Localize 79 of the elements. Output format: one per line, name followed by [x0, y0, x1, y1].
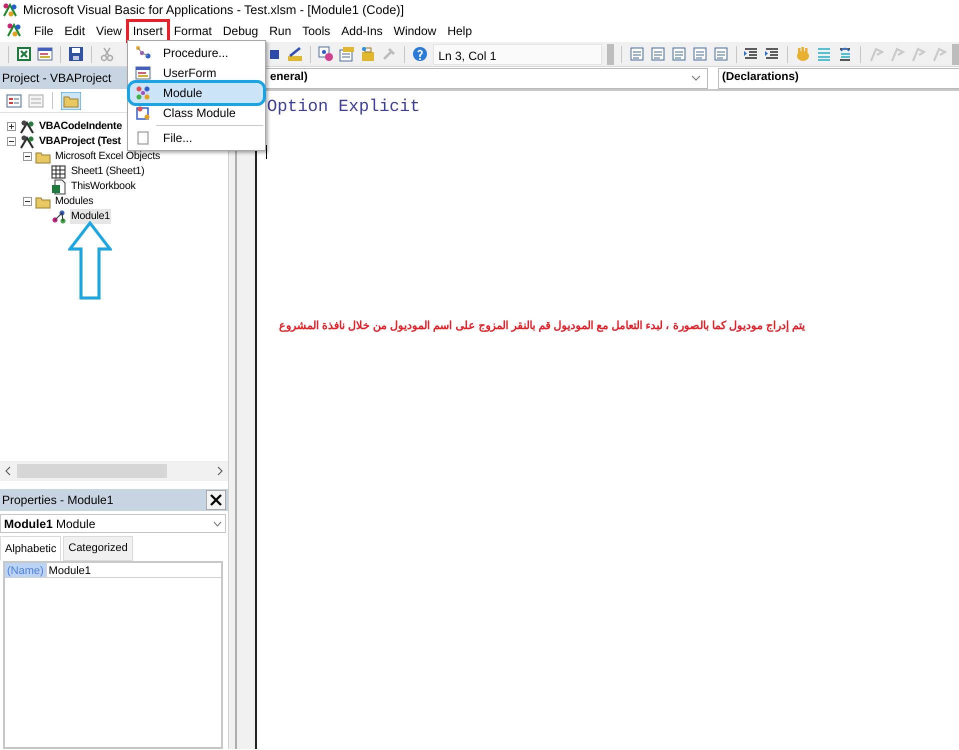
list-icon[interactable] [650, 46, 666, 62]
menu-item[interactable]: Procedure... [130, 43, 263, 63]
design-mode-icon[interactable] [287, 46, 304, 62]
menu-item[interactable]: Add-Ins [337, 22, 387, 40]
class-module-icon[interactable] [135, 105, 151, 121]
collapse-icon[interactable] [7, 137, 16, 146]
procedure-dropdown[interactable]: (Declarations) [718, 68, 959, 88]
collapse-icon[interactable] [23, 197, 32, 206]
tree-item[interactable]: VBAProject (Test [38, 134, 122, 150]
close-icon[interactable] [210, 494, 222, 506]
object-name: Module1 [4, 516, 53, 530]
project-icon [19, 118, 35, 134]
module-icon [51, 208, 67, 224]
menu-item[interactable]: File... [130, 128, 263, 148]
text-cursor [266, 144, 267, 158]
project-icon [19, 134, 35, 150]
tree-item[interactable]: VBACodeIndente [38, 118, 123, 134]
list-icon[interactable] [670, 46, 687, 62]
userform-icon[interactable] [135, 65, 151, 81]
help-icon[interactable] [412, 46, 428, 62]
menu-item[interactable]: Insert [128, 22, 167, 40]
properties-icon[interactable] [339, 46, 356, 62]
tree-item[interactable]: Microsoft Excel Objects [54, 148, 162, 164]
tab[interactable]: Categorized [63, 536, 133, 560]
menu-item[interactable]: Module [130, 83, 263, 103]
property-value[interactable]: Module1 [46, 562, 93, 576]
folder-icon[interactable] [61, 92, 81, 110]
panel-title: Properties - Module1 [2, 492, 114, 509]
tab[interactable]: Alphabetic [0, 536, 62, 560]
scroll-bar[interactable] [0, 461, 228, 481]
toolbar-grip[interactable] [606, 44, 614, 64]
window-title: Microsoft Visual Basic for Applications - Test.xlsm - [Module1 (Code)] [23, 2, 404, 19]
toolbar-grip[interactable] [952, 44, 959, 64]
code-line: Option Explicit [267, 97, 422, 119]
panel-title: Project - VBAProject [2, 70, 112, 87]
chevron-down-icon[interactable] [213, 520, 222, 526]
object-dropdown[interactable]: Module1 Module [0, 514, 226, 533]
object-type: Module [56, 516, 96, 530]
excel-icon[interactable] [16, 46, 32, 62]
annotation-text: يتم إدراج موديول كما بالصورة ، لبدء التعامل مع الموديول قم بالنقر المزوج على اسم الموديول من خلال نافذة المشروع [278, 319, 805, 334]
view-code-icon[interactable] [6, 92, 22, 108]
menu-item[interactable]: Run [265, 22, 296, 40]
tree-item[interactable]: ThisWorkbook [70, 178, 137, 194]
menu-item[interactable]: Edit [60, 22, 90, 40]
indent-icon[interactable] [764, 46, 780, 62]
chevron-down-icon[interactable] [691, 75, 701, 81]
userform-icon[interactable] [36, 46, 53, 62]
tree-item[interactable]: Modules [54, 194, 94, 210]
project-explorer-icon[interactable] [318, 46, 334, 62]
menu-item[interactable]: Debug [218, 22, 262, 40]
scroll-left-icon[interactable] [5, 466, 11, 476]
scroll-right-icon[interactable] [217, 466, 223, 476]
sheet-icon [51, 164, 67, 180]
workbook-icon [51, 178, 67, 194]
menu-item[interactable]: Window [390, 22, 440, 40]
cursor-position: Ln 3, Col 1 [433, 44, 602, 64]
menu-item[interactable]: Format [170, 22, 216, 40]
list-icon[interactable] [712, 46, 729, 62]
list-icon[interactable] [692, 46, 708, 62]
list-icon[interactable] [628, 46, 645, 62]
tree-item[interactable]: Module1 [70, 208, 111, 224]
dropdown-value: (Declarations) [722, 70, 799, 86]
menu-item[interactable]: Class Module [130, 103, 263, 123]
close-button[interactable] [206, 490, 226, 510]
collapse-icon[interactable] [23, 152, 32, 161]
procedure-icon[interactable] [135, 45, 151, 61]
menu-item[interactable]: Tools [298, 22, 334, 40]
save-icon[interactable] [68, 46, 84, 62]
menu-item[interactable]: File [30, 22, 58, 40]
dropdown-value: eneral) [270, 70, 308, 86]
app-icon [2, 2, 18, 18]
toolbox-icon[interactable] [360, 46, 376, 62]
tree-item[interactable]: Sheet1 (Sheet1) [70, 164, 146, 180]
expand-icon[interactable] [7, 122, 16, 131]
menu-item[interactable]: View [92, 22, 126, 40]
menu-item[interactable]: Help [443, 22, 476, 40]
file-icon[interactable] [135, 130, 151, 146]
module-icon[interactable] [135, 85, 151, 101]
outdent-icon[interactable] [743, 46, 760, 62]
